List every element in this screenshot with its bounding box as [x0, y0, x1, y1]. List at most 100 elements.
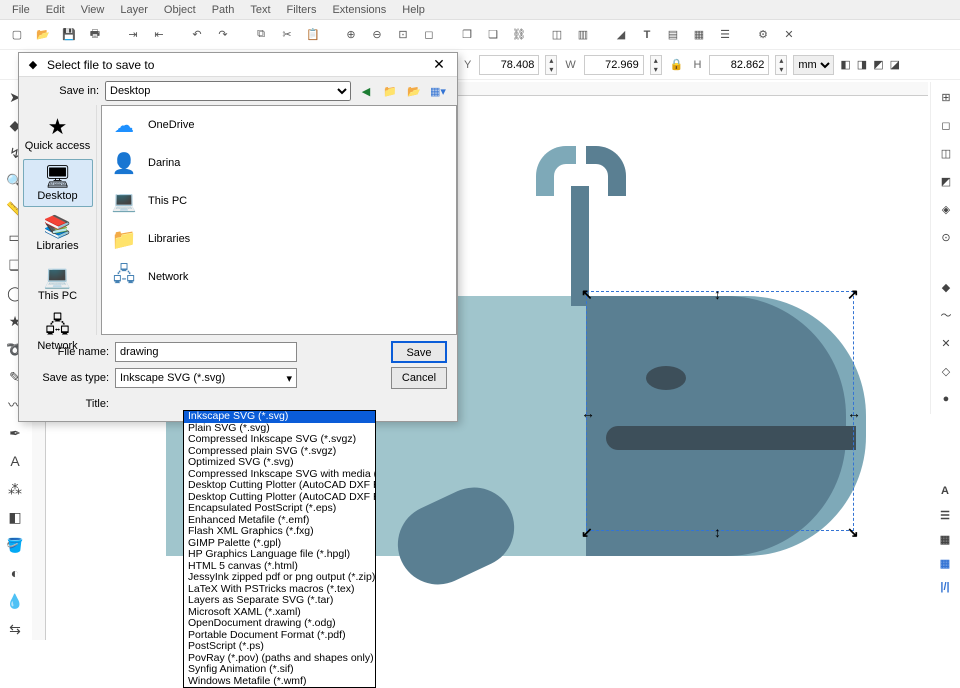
open-icon[interactable]: 📂: [32, 24, 54, 46]
snap-cusp-icon[interactable]: ◇: [933, 358, 959, 384]
filetype-option[interactable]: Layers as Separate SVG (*.tar): [184, 595, 375, 607]
save-button[interactable]: Save: [391, 341, 447, 363]
filetype-option[interactable]: Flash XML Graphics (*.fxg): [184, 526, 375, 538]
file-item-this-pc[interactable]: 💻This PC: [102, 182, 456, 220]
filetype-option[interactable]: Inkscape SVG (*.svg): [184, 411, 375, 423]
filetype-option[interactable]: Optimized SVG (*.svg): [184, 457, 375, 469]
docprops-icon[interactable]: ✕: [778, 24, 800, 46]
text-panel-icon[interactable]: A: [932, 480, 958, 502]
filetype-option[interactable]: GIMP Palette (*.gpl): [184, 538, 375, 550]
savetype-dropdown[interactable]: Inkscape SVG (*.svg)Plain SVG (*.svg) Com…: [183, 410, 376, 688]
transform2-icon[interactable]: ◨: [857, 58, 867, 71]
dropper-tool-icon[interactable]: 💧: [2, 588, 28, 614]
file-item-libraries[interactable]: 📁Libraries: [102, 220, 456, 258]
back-icon[interactable]: ◀: [357, 82, 375, 100]
menu-layer[interactable]: Layer: [112, 2, 156, 18]
menu-extensions[interactable]: Extensions: [324, 2, 394, 18]
text-tool-icon[interactable]: T: [636, 24, 658, 46]
viewmenu-icon[interactable]: ▦▾: [429, 82, 447, 100]
filetype-option[interactable]: OpenDocument drawing (*.odg): [184, 618, 375, 630]
calligraphy-tool-icon[interactable]: ✒: [2, 420, 28, 446]
zoom-in-icon[interactable]: ⊕: [340, 24, 362, 46]
menu-object[interactable]: Object: [156, 2, 204, 18]
snap-midpoint-icon[interactable]: ◈: [933, 196, 959, 222]
resize-handle-r[interactable]: ↔: [847, 405, 859, 417]
h-spinner[interactable]: ▴▾: [775, 55, 787, 75]
filetype-option[interactable]: Compressed plain SVG (*.svgz): [184, 446, 375, 458]
zoom-fit-icon[interactable]: ⊡: [392, 24, 414, 46]
filetype-option[interactable]: HTML 5 canvas (*.html): [184, 561, 375, 573]
snap-smooth-icon[interactable]: ●: [933, 386, 959, 412]
export-icon[interactable]: ⇤: [148, 24, 170, 46]
texttool-icon[interactable]: A: [2, 448, 28, 474]
place-libraries[interactable]: 📚Libraries: [23, 209, 93, 257]
snap-edge-icon[interactable]: ◫: [933, 140, 959, 166]
dialog-titlebar[interactable]: ◆ Select file to save to ✕: [19, 53, 457, 77]
filetype-option[interactable]: HP Graphics Language file (*.hpgl): [184, 549, 375, 561]
zoom-out-icon[interactable]: ⊖: [366, 24, 388, 46]
resize-handle-br[interactable]: ↘: [847, 524, 859, 536]
resize-handle-t[interactable]: ↕: [714, 286, 726, 298]
redo-icon[interactable]: ↷: [212, 24, 234, 46]
snap-node-icon[interactable]: ◆: [933, 274, 959, 300]
clone-icon[interactable]: ❏: [482, 24, 504, 46]
w-input[interactable]: [584, 55, 644, 75]
y-spinner[interactable]: ▴▾: [545, 55, 557, 75]
place-quick-access[interactable]: ★Quick access: [23, 109, 93, 157]
layers-icon[interactable]: ☰: [714, 24, 736, 46]
filetype-option[interactable]: Synfig Animation (*.sif): [184, 664, 375, 676]
snap-toggle-icon[interactable]: ⊞: [933, 84, 959, 110]
filetype-option[interactable]: Compressed Inkscape SVG with media (*.zi…: [184, 469, 375, 481]
resize-handle-tr[interactable]: ↗: [847, 286, 859, 298]
transform-icon[interactable]: ◧: [840, 58, 850, 71]
ungroup-icon[interactable]: ▥: [572, 24, 594, 46]
y-input[interactable]: [479, 55, 539, 75]
paste-icon[interactable]: 📋: [302, 24, 324, 46]
savein-select[interactable]: Desktop: [105, 81, 351, 101]
grid-panel-icon[interactable]: ▦: [932, 552, 958, 574]
xml-icon[interactable]: ▤: [662, 24, 684, 46]
filetype-option[interactable]: Desktop Cutting Plotter (AutoCAD DXF R14…: [184, 492, 375, 504]
filetype-option[interactable]: PostScript (*.ps): [184, 641, 375, 653]
filetype-option[interactable]: LaTeX With PSTricks macros (*.tex): [184, 584, 375, 596]
resize-handle-l[interactable]: ↔: [581, 405, 593, 417]
file-item-darina[interactable]: 👤Darina: [102, 144, 456, 182]
print-icon[interactable]: 🖶: [84, 24, 106, 46]
lock-icon[interactable]: 🔒: [668, 58, 686, 71]
bucket-tool-icon[interactable]: 🪣: [2, 532, 28, 558]
group-icon[interactable]: ◫: [546, 24, 568, 46]
resize-handle-tl[interactable]: ↖: [581, 286, 593, 298]
unlink-icon[interactable]: ⛓: [508, 24, 530, 46]
up-icon[interactable]: 📁: [381, 82, 399, 100]
save-icon[interactable]: 💾: [58, 24, 80, 46]
copy-icon[interactable]: ⧉: [250, 24, 272, 46]
filetype-option[interactable]: Desktop Cutting Plotter (AutoCAD DXF R12…: [184, 480, 375, 492]
snap-intersection-icon[interactable]: ✕: [933, 330, 959, 356]
menu-file[interactable]: File: [4, 2, 38, 18]
w-spinner[interactable]: ▴▾: [650, 55, 662, 75]
file-list[interactable]: ☁OneDrive👤Darina💻This PC📁Libraries🖧Netwo…: [101, 105, 457, 335]
prefs-icon[interactable]: ⚙: [752, 24, 774, 46]
layers-panel-icon[interactable]: ☰: [932, 504, 958, 526]
h-input[interactable]: [709, 55, 769, 75]
eraser-tool-icon[interactable]: ◧: [2, 504, 28, 530]
filetype-option[interactable]: PovRay (*.pov) (paths and shapes only): [184, 653, 375, 665]
newfolder-icon[interactable]: 📂: [405, 82, 423, 100]
filetype-option[interactable]: Windows Metafile (*.wmf): [184, 676, 375, 688]
undo-icon[interactable]: ↶: [186, 24, 208, 46]
filetype-option[interactable]: Plain SVG (*.svg): [184, 423, 375, 435]
import-icon[interactable]: ⇥: [122, 24, 144, 46]
filetype-option[interactable]: Portable Document Format (*.pdf): [184, 630, 375, 642]
place-desktop[interactable]: 🖥Desktop: [23, 159, 93, 207]
guides-panel-icon[interactable]: |/|: [932, 576, 958, 598]
menu-filters[interactable]: Filters: [279, 2, 325, 18]
cancel-button[interactable]: Cancel: [391, 367, 447, 389]
new-icon[interactable]: ▢: [6, 24, 28, 46]
filetype-option[interactable]: JessyInk zipped pdf or png output (*.zip…: [184, 572, 375, 584]
connector-tool-icon[interactable]: ⇆: [2, 616, 28, 642]
menu-edit[interactable]: Edit: [38, 2, 73, 18]
filetype-option[interactable]: Encapsulated PostScript (*.eps): [184, 503, 375, 515]
close-button[interactable]: ✕: [427, 56, 451, 73]
filetype-option[interactable]: Enhanced Metafile (*.emf): [184, 515, 375, 527]
snap-bbox-icon[interactable]: ◻: [933, 112, 959, 138]
